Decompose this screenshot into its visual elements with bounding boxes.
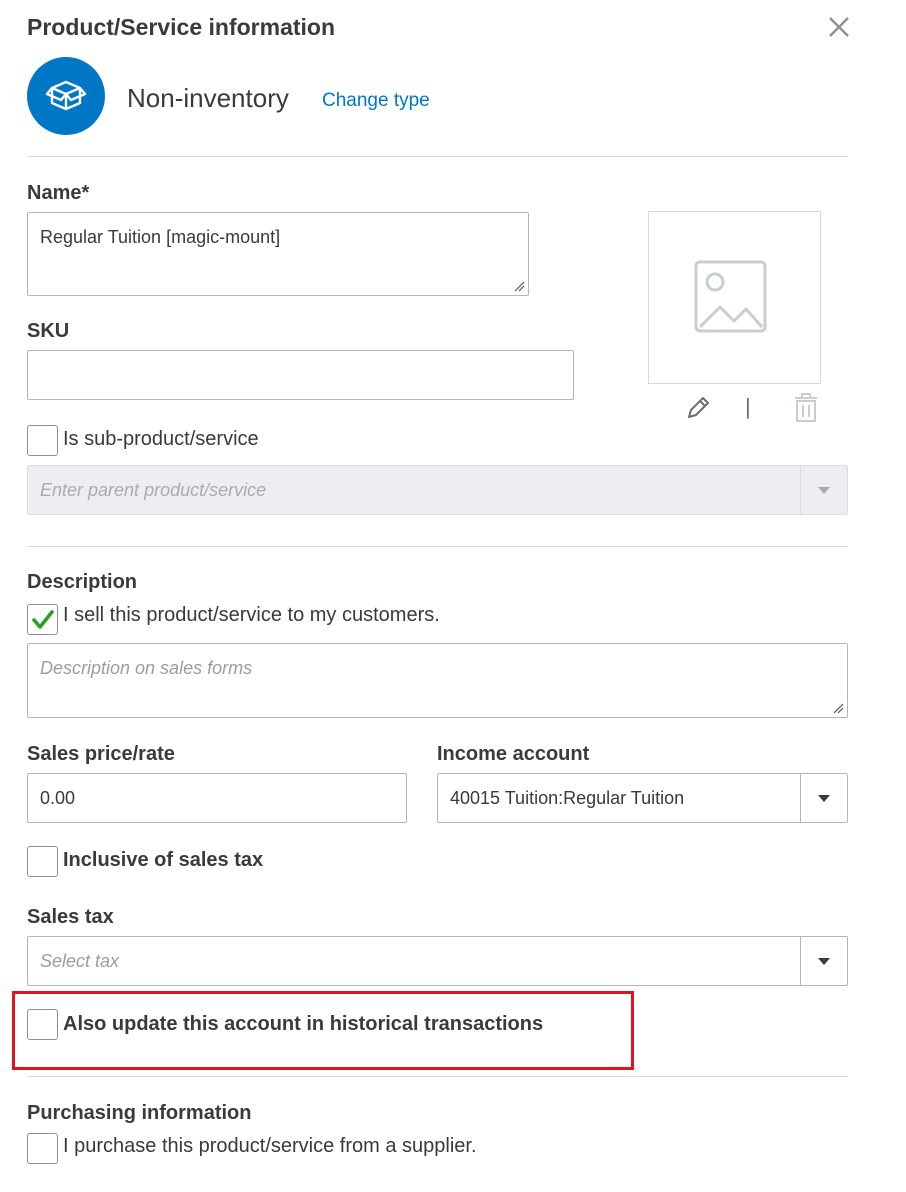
sales-tax-dropdown-toggle[interactable]	[800, 937, 847, 985]
sales-description-field[interactable]: Description on sales forms	[27, 643, 848, 718]
income-account-value: 40015 Tuition:Regular Tuition	[450, 788, 685, 808]
inclusive-tax-checkbox[interactable]	[27, 846, 58, 877]
edit-image-button[interactable]	[684, 394, 712, 422]
sales-price-value: 0.00	[40, 788, 76, 808]
income-account-select[interactable]: 40015 Tuition:Regular Tuition	[437, 773, 848, 823]
chevron-down-icon	[818, 957, 830, 965]
historical-update-checkbox[interactable]	[27, 1009, 58, 1040]
name-label: Name*	[27, 182, 90, 204]
description-label: Description	[27, 571, 138, 593]
sales-tax-placeholder: Select tax	[40, 951, 120, 971]
resize-handle-icon[interactable]	[833, 703, 844, 714]
divider	[27, 1076, 848, 1077]
delete-image-button[interactable]	[792, 393, 820, 423]
sales-tax-label: Sales tax	[27, 906, 114, 928]
historical-update-label: Also update this account in historical t…	[63, 1013, 544, 1035]
item-type-label: Non-inventory	[127, 83, 289, 113]
parent-product-placeholder: Enter parent product/service	[40, 480, 267, 500]
sub-product-checkbox[interactable]	[27, 425, 58, 456]
chevron-down-icon	[818, 794, 830, 802]
sales-price-label: Sales price/rate	[27, 743, 175, 765]
name-field[interactable]: Regular Tuition [magic-mount]	[27, 212, 529, 296]
purchasing-label: Purchasing information	[27, 1102, 252, 1124]
divider	[27, 546, 848, 547]
image-placeholder-icon	[694, 260, 767, 333]
sales-tax-select[interactable]: Select tax	[27, 936, 848, 986]
trash-icon	[795, 393, 817, 422]
chevron-down-icon	[818, 486, 830, 494]
box-icon	[45, 80, 87, 111]
sell-checkbox-label: I sell this product/service to my custom…	[63, 604, 440, 626]
resize-handle-icon[interactable]	[514, 281, 525, 292]
sku-label: SKU	[27, 320, 70, 342]
item-type-badge	[27, 57, 105, 135]
product-image-box[interactable]	[648, 211, 821, 384]
parent-product-select: Enter parent product/service	[27, 465, 848, 515]
inclusive-tax-label: Inclusive of sales tax	[63, 849, 264, 871]
close-icon	[829, 17, 849, 37]
sku-input[interactable]	[27, 350, 574, 400]
sell-checkbox[interactable]	[27, 604, 58, 635]
divider	[27, 156, 848, 157]
sub-product-label: Is sub-product/service	[63, 428, 259, 450]
income-account-dropdown-toggle[interactable]	[800, 774, 847, 822]
close-button[interactable]	[824, 12, 854, 42]
parent-product-dropdown-toggle	[800, 466, 847, 514]
pencil-icon	[688, 397, 709, 418]
name-value: Regular Tuition [magic-mount]	[40, 227, 281, 247]
income-account-label: Income account	[437, 743, 590, 765]
sales-price-input[interactable]: 0.00	[27, 773, 407, 823]
purchase-checkbox-label: I purchase this product/service from a s…	[63, 1135, 477, 1157]
purchase-checkbox[interactable]	[27, 1133, 58, 1164]
change-type-link[interactable]: Change type	[322, 90, 430, 112]
checkmark-icon	[32, 610, 54, 629]
dialog-title: Product/Service information	[27, 14, 336, 40]
sales-description-placeholder: Description on sales forms	[40, 658, 253, 678]
image-action-separator: |	[745, 394, 751, 419]
